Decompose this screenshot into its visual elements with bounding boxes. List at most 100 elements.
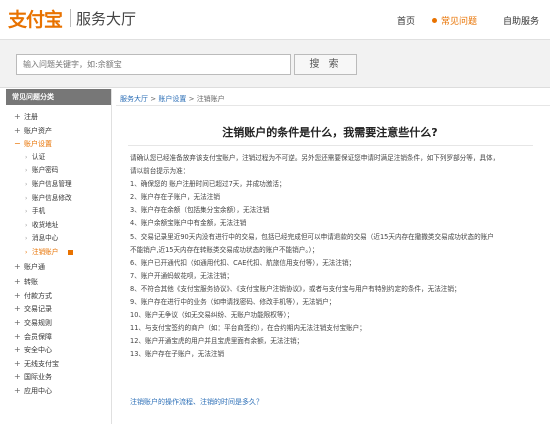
- sidebar-item-label: 国际业务: [24, 373, 52, 382]
- expand-icon: +: [14, 290, 21, 300]
- sub-item-label: 消息中心: [32, 234, 59, 243]
- expand-icon: +: [14, 358, 21, 368]
- sidebar-item-assets[interactable]: + 账户资产: [6, 124, 111, 138]
- arrow-icon: ›: [25, 167, 28, 175]
- logo-divider: [70, 9, 71, 27]
- sidebar-item-label: 付款方式: [24, 291, 52, 300]
- condition-item: 6、账户已开通代扣（如通用代扣、CAE代扣、航旅信用支付等），无法注销；: [130, 258, 356, 267]
- sidebar-item-label: 无线支付宝: [24, 359, 59, 368]
- sidebar-item-app-center[interactable]: + 应用中心: [6, 384, 111, 398]
- sub-item-messages[interactable]: › 消息中心: [6, 232, 111, 246]
- sub-item-info-manage[interactable]: › 账户信息管理: [6, 178, 111, 192]
- nav-self-service-link[interactable]: 自助服务: [503, 14, 539, 27]
- search-button[interactable]: 搜 索: [294, 54, 357, 75]
- condition-item: 7、账户开通蚂蚁花呗，无法注销；: [130, 271, 234, 280]
- condition-item: 1、确保您的 账户注册时间已超过7天，并成功激活；: [130, 180, 286, 189]
- condition-item: 9、账户存在进行中的业务（如申请找密码、修改手机等），无法销户；: [130, 298, 336, 307]
- condition-item: 10、账户无争议（如无交易纠纷、无账户功能限权等）；: [130, 311, 294, 320]
- expand-icon: +: [14, 304, 21, 314]
- condition-item: 4、账户余额宝账户中有金额，无法注销: [130, 219, 247, 228]
- expand-icon: +: [14, 277, 21, 287]
- sidebar-item-security[interactable]: + 安全中心: [6, 343, 111, 357]
- sidebar-item-trade-rules[interactable]: + 交易规则: [6, 316, 111, 330]
- sub-item-label: 认证: [32, 152, 46, 161]
- sub-item-address[interactable]: › 收货地址: [6, 219, 111, 233]
- arrow-icon: ›: [25, 221, 28, 229]
- breadcrumb: 服务大厅 > 账户设置 > 注销账户: [120, 94, 225, 104]
- sidebar-item-transactions[interactable]: + 交易记录: [6, 302, 111, 316]
- sidebar-item-wireless[interactable]: + 无线支付宝: [6, 357, 111, 371]
- breadcrumb-separator: >: [188, 95, 195, 103]
- collapse-icon: −: [14, 139, 21, 149]
- sidebar-item-label: 账户设置: [24, 140, 52, 149]
- expand-icon: +: [14, 331, 21, 341]
- search-band: 搜 索: [0, 40, 550, 88]
- sidebar-item-label: 交易记录: [24, 305, 52, 314]
- alipay-logo[interactable]: 支付宝: [8, 5, 63, 32]
- arrow-icon: ›: [25, 208, 28, 216]
- sub-item-label: 账户信息管理: [32, 179, 72, 188]
- condition-item: 5、交易记录里近90天内没有进行中的交易，包括已经完成但可以申请退款的交易（近1…: [130, 232, 494, 254]
- question-title: 注销账户的条件是什么，我需要注意些什么?: [222, 126, 438, 139]
- sub-item-label: 手机: [32, 207, 46, 216]
- related-question-link[interactable]: 注销账户的操作流程、注销的时间是多久？: [130, 397, 263, 407]
- site-title: 服务大厅: [76, 10, 137, 28]
- condition-item: 3、账户存在余额（包括集分宝余额），无法注销: [130, 206, 270, 215]
- active-dot-icon: [432, 18, 437, 23]
- sidebar-item-international[interactable]: + 国际业务: [6, 370, 111, 384]
- nav-home-link[interactable]: 首页: [397, 14, 415, 27]
- sub-item-password[interactable]: › 账户密码: [6, 164, 111, 178]
- arrow-icon: ›: [25, 153, 28, 161]
- sidebar-item-label: 安全中心: [24, 346, 52, 355]
- expand-icon: +: [14, 125, 21, 135]
- arrow-icon: ›: [25, 194, 28, 202]
- condition-item: 8、不符合其他《支付宝服务协议》、《支付宝账户注销协议》，或者与支付宝与用户有特…: [130, 284, 461, 293]
- sub-item-label: 账户信息修改: [32, 193, 72, 202]
- condition-item: 13、账户存在子账户，无法注销: [130, 350, 225, 359]
- sidebar-item-label: 转账: [24, 278, 38, 287]
- sub-item-info-edit[interactable]: › 账户信息修改: [6, 192, 111, 206]
- condition-item: 2、账户存在子账户，无法注销: [130, 193, 220, 202]
- active-marker-icon: [68, 249, 73, 255]
- expand-icon: +: [14, 317, 21, 327]
- sidebar-item-protection[interactable]: + 会员保障: [6, 330, 111, 344]
- expand-icon: +: [14, 261, 21, 271]
- sub-item-label: 收货地址: [32, 220, 59, 229]
- sidebar-item-label: 交易规则: [24, 318, 52, 327]
- nav-faq-link[interactable]: 常见问题: [432, 14, 477, 27]
- breadcrumb-separator: >: [150, 95, 157, 103]
- arrow-icon: ›: [25, 235, 28, 243]
- expand-icon: +: [14, 112, 21, 121]
- sidebar-heading: 常见问题分类: [6, 89, 111, 105]
- sub-item-label: 注销账户: [32, 247, 59, 256]
- sidebar-item-account-pass[interactable]: + 账户通: [6, 260, 111, 274]
- title-divider: [128, 145, 533, 146]
- sidebar-item-account-settings[interactable]: − 账户设置: [6, 137, 111, 151]
- category-sidebar: 常见问题分类 + 注册 + 账户资产 − 账户设置 › 认证 › 账户密码 › 账户信息管理…: [6, 89, 112, 424]
- condition-item: 11、与支付宝签约的商户（如：平台商签约），在合约期内无法注销支付宝账户；: [130, 324, 366, 333]
- sidebar-item-register[interactable]: + 注册: [6, 110, 111, 124]
- sidebar-item-label: 账户通: [24, 262, 45, 271]
- sub-item-close-account[interactable]: › 注销账户: [6, 246, 111, 260]
- sidebar-item-label: 账户资产: [24, 126, 52, 135]
- sidebar-item-label: 应用中心: [24, 386, 52, 395]
- breadcrumb-link-account-settings[interactable]: 账户设置: [158, 95, 186, 103]
- nav-faq-label: 常见问题: [441, 17, 478, 27]
- answer-intro: 请确认您已经准备放弃该支付宝账户，注销过程为不可逆。另外您还需要保证您申请时满足…: [130, 154, 500, 176]
- arrow-icon: ›: [25, 180, 28, 188]
- breadcrumb-current: 注销账户: [196, 95, 225, 103]
- breadcrumb-divider: [116, 105, 550, 106]
- sidebar-item-label: 注册: [24, 113, 38, 121]
- sub-item-verify[interactable]: › 认证: [6, 151, 111, 165]
- expand-icon: +: [14, 385, 21, 395]
- sidebar-item-transfer[interactable]: + 转账: [6, 275, 111, 289]
- sub-item-phone[interactable]: › 手机: [6, 205, 111, 219]
- sub-item-label: 账户密码: [32, 166, 59, 175]
- top-header: 支付宝 服务大厅 首页 常见问题 自助服务: [0, 0, 550, 40]
- expand-icon: +: [14, 372, 21, 382]
- search-input[interactable]: [16, 54, 291, 75]
- answer-body: 请确认您已经准备放弃该支付宝账户，注销过程为不可逆。另外您还需要保证您申请时满足…: [130, 152, 500, 362]
- sidebar-item-payment-methods[interactable]: + 付款方式: [6, 289, 111, 303]
- arrow-icon: ›: [25, 248, 28, 256]
- breadcrumb-link-service-hall[interactable]: 服务大厅: [120, 95, 148, 103]
